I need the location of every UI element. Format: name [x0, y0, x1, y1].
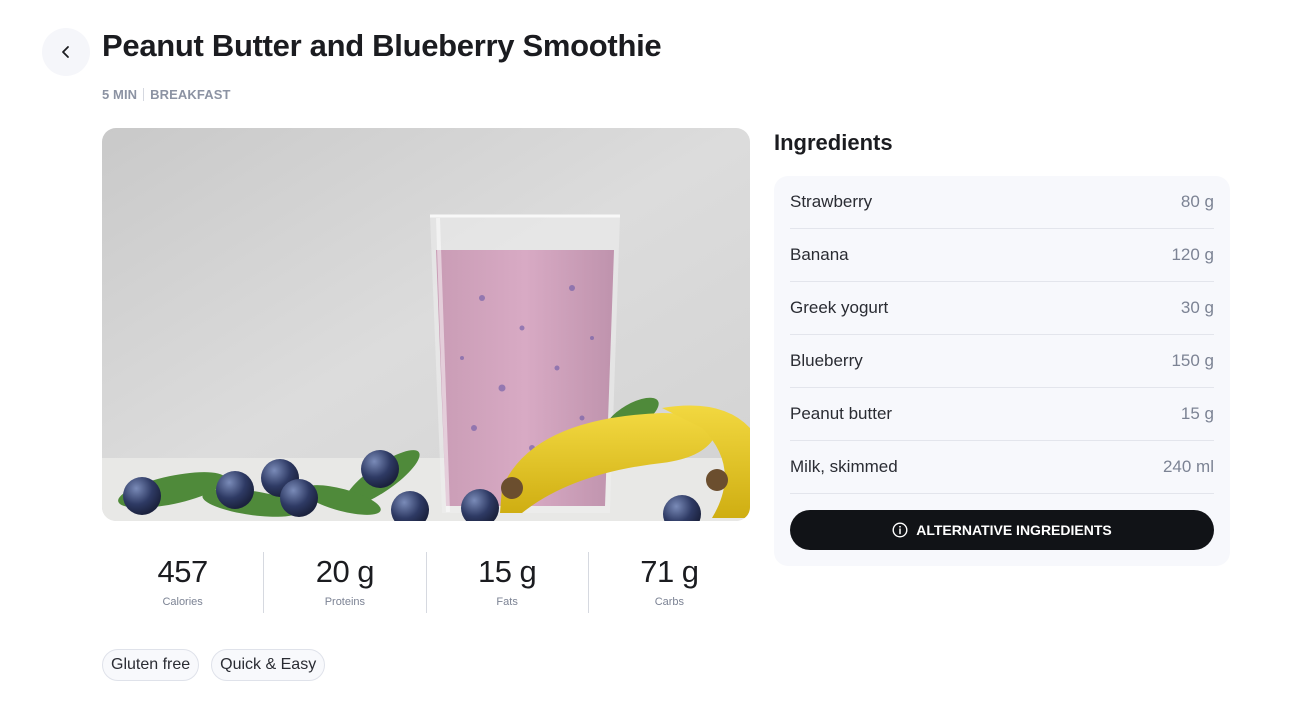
tag-gluten-free[interactable]: Gluten free [102, 649, 200, 681]
macro-fats: 15 g Fats [427, 552, 589, 613]
ingredient-quantity: 240 ml [1162, 457, 1214, 476]
ingredient-row: Peanut butter 15 g [790, 388, 1214, 441]
recipe-tags: Gluten free Quick & Easy [102, 649, 326, 681]
ingredient-row: Milk, skimmed 240 ml [790, 441, 1214, 494]
smoothie-photo [102, 128, 750, 521]
ingredients-card: Strawberry 80 g Banana 120 g Greek yogur… [774, 176, 1230, 566]
ingredient-name: Milk, skimmed [790, 457, 898, 476]
alternative-ingredients-label: ALTERNATIVE INGREDIENTS [916, 522, 1112, 538]
macro-value: 71 g [640, 554, 699, 589]
ingredient-quantity: 30 g [1180, 298, 1214, 317]
info-icon [892, 522, 908, 538]
macro-label: Proteins [324, 596, 366, 608]
macro-value: 15 g [477, 554, 537, 589]
ingredient-row: Greek yogurt 30 g [790, 282, 1214, 335]
macro-calories: 457 Calories [102, 552, 265, 613]
ingredient-quantity: 80 g [1180, 192, 1214, 211]
macro-carbs: 71 g Carbs [589, 552, 750, 613]
nutrition-summary: 457 Calories 20 g Proteins 15 g Fats 71 … [102, 552, 750, 613]
ingredient-name: Peanut butter [790, 404, 893, 423]
recipe-meta: 5 MIN BREAKFAST [102, 87, 231, 102]
macro-value: 20 g [315, 554, 375, 589]
macro-label: Calories [162, 596, 203, 608]
ingredient-name: Banana [790, 245, 849, 264]
macro-proteins: 20 g Proteins [264, 552, 427, 613]
ingredient-quantity: 120 g [1171, 245, 1214, 264]
duration-label: 5 MIN [102, 87, 138, 102]
ingredient-name: Strawberry [790, 192, 873, 211]
ingredient-row: Banana 120 g [790, 229, 1214, 282]
page-title: Peanut Butter and Blueberry Smoothie [102, 28, 662, 63]
macro-label: Carbs [654, 596, 685, 608]
back-button[interactable] [42, 28, 90, 76]
tag-quick-easy[interactable]: Quick & Easy [211, 649, 326, 681]
meta-divider [143, 88, 145, 101]
ingredient-row: Blueberry 150 g [790, 335, 1214, 388]
ingredient-quantity: 150 g [1171, 351, 1214, 370]
chevron-left-icon [62, 46, 69, 58]
ingredient-name: Greek yogurt [790, 298, 889, 317]
ingredient-row: Strawberry 80 g [790, 176, 1214, 229]
category-label: BREAKFAST [150, 87, 231, 102]
ingredients-heading: Ingredients [774, 130, 893, 155]
ingredient-quantity: 15 g [1180, 404, 1214, 423]
macro-value: 457 [157, 554, 209, 589]
ingredient-name: Blueberry [790, 351, 863, 370]
alternative-ingredients-button[interactable]: ALTERNATIVE INGREDIENTS [790, 510, 1214, 550]
macro-label: Fats [496, 596, 518, 608]
